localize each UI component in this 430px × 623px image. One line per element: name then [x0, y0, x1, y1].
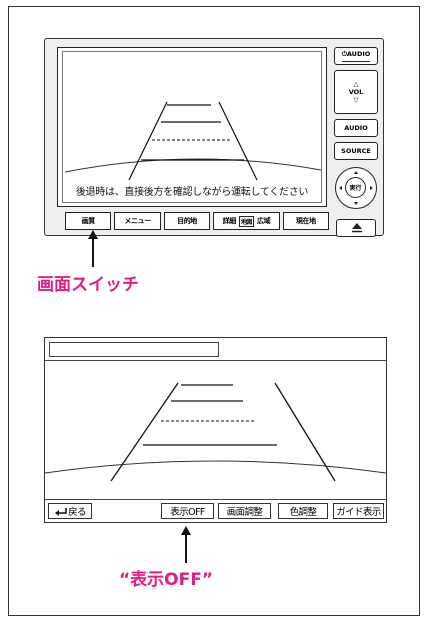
- parking-guide-lines: [45, 382, 386, 482]
- head-unit-screen: 後退時は、直接後方を確認しながら運転してください: [57, 47, 327, 207]
- volume-button[interactable]: △ VOL ▽: [334, 70, 378, 114]
- camera-screen: 戻る 表示OFF 画面調整 色調整 ガイド表示: [44, 337, 387, 523]
- power-audio-button[interactable]: ⏻AUDIO: [334, 47, 378, 65]
- screen-adjust-button[interactable]: 画面調整: [218, 503, 271, 519]
- softkey-wide-label: 広域: [257, 217, 271, 225]
- power-audio-label: ⏻AUDIO: [341, 50, 371, 58]
- camera-view: 後退時は、直接後方を確認しながら運転してください: [62, 51, 322, 203]
- vol-up-icon: △: [353, 80, 359, 88]
- eject-button[interactable]: [336, 219, 376, 237]
- pointer-arrow: [181, 526, 191, 563]
- audio-label: AUDIO: [344, 124, 368, 132]
- softkey-destination[interactable]: 目的地: [163, 212, 211, 230]
- return-arrow-icon: [55, 508, 67, 516]
- title-field: [49, 342, 219, 357]
- eject-icon: [352, 223, 362, 233]
- screen-switch-callout: 画面スイッチ: [37, 275, 139, 295]
- enter-button[interactable]: 実行: [345, 177, 366, 198]
- softkey-detail-label: 詳細: [222, 217, 237, 225]
- vol-down-icon: ▽: [353, 96, 359, 104]
- source-label: SOURCE: [341, 147, 371, 155]
- back-button[interactable]: 戻る: [48, 503, 92, 519]
- multi-dial[interactable]: 実行: [335, 167, 377, 209]
- camera-button-bar: 戻る 表示OFF 画面調整 色調整 ガイド表示: [45, 499, 386, 522]
- softkey-map-label: 地図: [238, 215, 255, 227]
- pointer-arrow: [88, 230, 98, 267]
- color-adjust-button[interactable]: 色調整: [278, 503, 328, 519]
- source-button[interactable]: SOURCE: [334, 142, 378, 160]
- softkey-row: 画質 メニュー 目的地 詳細 地図 広域 現在地: [65, 212, 330, 230]
- display-off-button[interactable]: 表示OFF: [161, 503, 214, 519]
- back-label: 戻る: [68, 507, 86, 518]
- softkey-map-scale[interactable]: 詳細 地図 広域: [213, 212, 280, 230]
- softkey-menu[interactable]: メニュー: [114, 212, 161, 230]
- parking-guide-lines: [64, 101, 322, 181]
- softkey-current-location[interactable]: 現在地: [282, 212, 330, 230]
- display-off-callout: “表示OFF”: [119, 570, 214, 590]
- indicator-line: [342, 61, 370, 62]
- head-unit: 後退時は、直接後方を確認しながら運転してください 画質 メニュー 目的地 詳細 …: [44, 38, 384, 237]
- rear-camera-warning: 後退時は、直接後方を確認しながら運転してください: [75, 187, 309, 198]
- vol-label: VOL: [348, 88, 364, 96]
- audio-button[interactable]: AUDIO: [334, 119, 378, 137]
- guide-display-button[interactable]: ガイド表示: [333, 503, 384, 519]
